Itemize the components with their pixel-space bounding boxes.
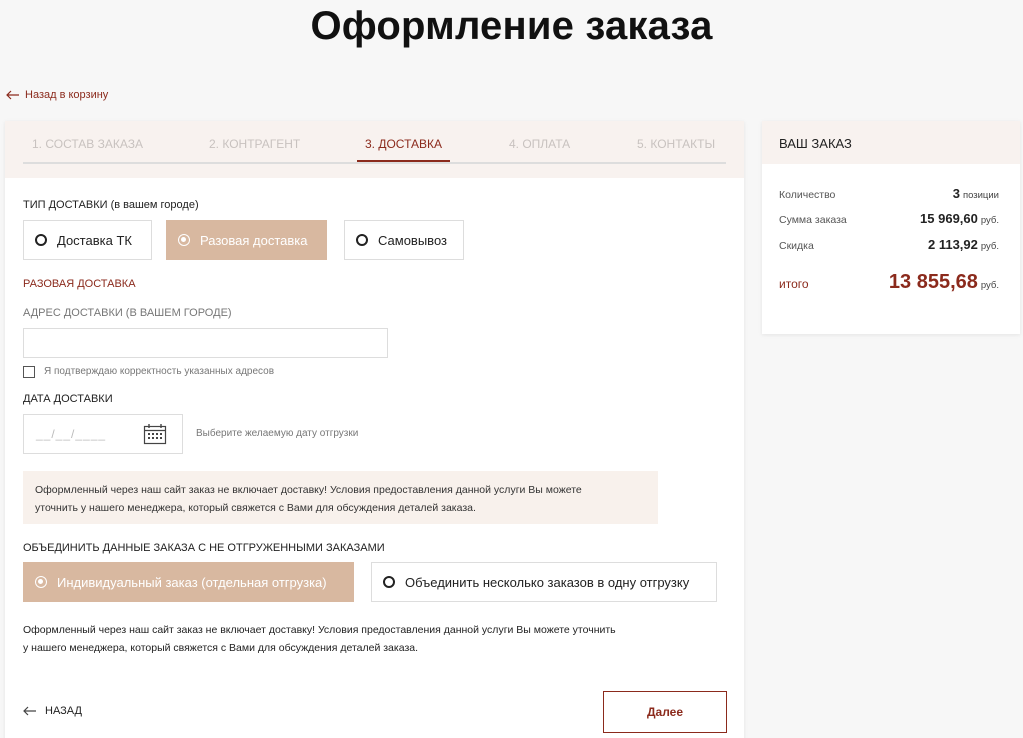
back-to-cart-label: Назад в корзину xyxy=(25,89,109,101)
page-title: Оформление заказа xyxy=(310,4,713,48)
checkout-panel: 1. СОСТАВ ЗАКАЗА 2. КОНТРАГЕНТ 3. ДОСТАВ… xyxy=(5,121,744,738)
currency: руб. xyxy=(980,241,999,252)
option-label: Самовывоз xyxy=(378,232,447,248)
currency: руб. xyxy=(980,280,999,291)
merge-note-line-2: у нашего менеджера, который свяжется с В… xyxy=(23,642,419,654)
checkout-steps: 1. СОСТАВ ЗАКАЗА 2. КОНТРАГЕНТ 3. ДОСТАВ… xyxy=(5,121,744,178)
quantity-value: 3 xyxy=(952,186,960,201)
sum-value: 15 969,60 xyxy=(920,211,978,226)
back-button-label: НАЗАД xyxy=(45,705,82,717)
notice-line-2: уточнить у нашего менеджера, который свя… xyxy=(35,502,476,514)
option-label: Объединить несколько заказов в одну отгр… xyxy=(405,574,690,590)
next-button[interactable]: Далее xyxy=(603,691,727,733)
back-to-cart-link[interactable]: Назад в корзину xyxy=(6,89,108,101)
option-label: Разовая доставка xyxy=(200,232,308,248)
step-order-contents[interactable]: 1. СОСТАВ ЗАКАЗА xyxy=(32,137,143,151)
radio-icon xyxy=(35,234,47,246)
step-payment[interactable]: 4. ОПЛАТА xyxy=(509,137,570,151)
date-placeholder: __/__/____ xyxy=(36,427,107,441)
confirm-checkbox[interactable] xyxy=(23,366,35,378)
summary-quantity-row: Количество 3 позиции xyxy=(779,186,999,201)
discount-value: 2 113,92 xyxy=(927,237,978,252)
currency: руб. xyxy=(980,215,999,226)
total-label: итого xyxy=(779,277,809,291)
discount-label: Скидка xyxy=(779,240,814,252)
merge-label: ОБЪЕДИНИТЬ ДАННЫЕ ЗАКАЗА С НЕ ОТГРУЖЕННЫ… xyxy=(23,542,385,554)
option-label: Индивидуальный заказ (отдельная отгрузка… xyxy=(57,574,327,590)
merge-note-line-1: Оформленный через наш сайт заказ не вклю… xyxy=(23,624,616,636)
radio-selected-icon xyxy=(178,234,190,246)
arrow-left-icon xyxy=(23,706,36,716)
step-counterparty[interactable]: 2. КОНТРАГЕНТ xyxy=(209,137,300,151)
total-value: 13 855,68 xyxy=(888,271,978,293)
step-delivery[interactable]: 3. ДОСТАВКА xyxy=(356,137,451,162)
section-title: РАЗОВАЯ ДОСТАВКА xyxy=(23,278,136,290)
date-hint: Выберите желаемую дату отгрузки xyxy=(196,428,359,439)
arrow-left-icon xyxy=(6,90,19,100)
address-label: АДРЕС ДОСТАВКИ (В ВАШЕМ ГОРОДЕ) xyxy=(23,307,232,319)
merge-option-combine[interactable]: Объединить несколько заказов в одну отгр… xyxy=(371,562,717,602)
delivery-option-tk[interactable]: Доставка ТК xyxy=(23,220,152,260)
notice-line-1: Оформленный через наш сайт заказ не вклю… xyxy=(35,484,582,496)
back-button[interactable]: НАЗАД xyxy=(23,705,82,717)
radio-selected-icon xyxy=(35,576,47,588)
calendar-icon[interactable] xyxy=(143,423,167,445)
option-label: Доставка ТК xyxy=(57,232,132,248)
delivery-option-pickup[interactable]: Самовывоз xyxy=(344,220,464,260)
radio-icon xyxy=(356,234,368,246)
date-input[interactable]: __/__/____ xyxy=(23,414,183,454)
summary-title: ВАШ ЗАКАЗ xyxy=(762,121,1020,164)
order-summary: ВАШ ЗАКАЗ Количество 3 позиции Сумма зака… xyxy=(762,121,1020,334)
merge-note: Оформленный через наш сайт заказ не вклю… xyxy=(23,621,723,657)
delivery-type-label: ТИП ДОСТАВКИ (в вашем городе) xyxy=(23,199,199,211)
merge-option-individual[interactable]: Индивидуальный заказ (отдельная отгрузка… xyxy=(23,562,354,602)
date-label: ДАТА ДОСТАВКИ xyxy=(23,393,113,405)
quantity-label: Количество xyxy=(779,189,836,201)
address-input[interactable] xyxy=(23,328,388,358)
confirm-label: Я подтверждаю корректность указанных адр… xyxy=(44,366,275,377)
step-contacts[interactable]: 5. КОНТАКТЫ xyxy=(637,137,715,151)
steps-divider xyxy=(23,162,726,164)
quantity-unit: позиции xyxy=(962,190,999,201)
summary-sum-row: Сумма заказа 15 969,60 руб. xyxy=(779,211,999,226)
summary-total-row: итого 13 855,68 руб. xyxy=(779,271,999,294)
summary-discount-row: Скидка 2 113,92 руб. xyxy=(779,237,999,252)
delivery-notice: Оформленный через наш сайт заказ не вклю… xyxy=(23,471,658,524)
radio-icon xyxy=(383,576,395,588)
sum-label: Сумма заказа xyxy=(779,214,847,226)
delivery-option-single[interactable]: Разовая доставка xyxy=(166,220,327,260)
